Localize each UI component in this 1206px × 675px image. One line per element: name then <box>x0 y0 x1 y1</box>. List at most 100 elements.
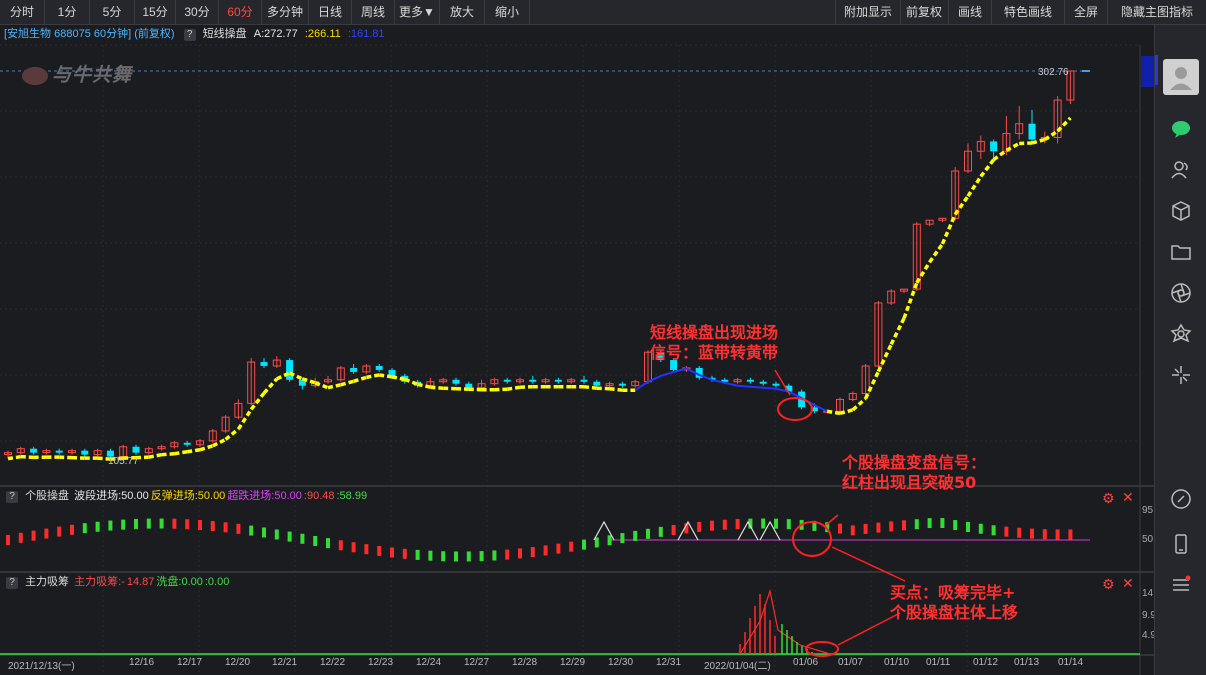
oscillator-bar <box>569 541 574 552</box>
annotation-line: 买点：吸筹完毕+ <box>890 583 1016 602</box>
panel2-axis-95: 95 <box>1142 505 1154 516</box>
tab-daily[interactable]: 日线 <box>309 0 352 24</box>
oscillator-bar <box>262 527 266 538</box>
watermark-text: 与牛共舞 <box>52 65 133 86</box>
oscillator-bar <box>889 521 894 532</box>
oscillator-bar <box>172 518 177 529</box>
oscillator-bar <box>44 528 49 539</box>
date-label: 01/07 <box>838 657 864 668</box>
panel3-settings-icon[interactable]: ⚙ <box>1102 576 1115 593</box>
oscillator-bar <box>198 519 202 530</box>
date-label: 12/16 <box>129 657 155 668</box>
chat-icon[interactable] <box>1169 117 1193 141</box>
oscillator-bar <box>223 522 228 533</box>
chart-area[interactable]: [安旭生物 688075 60分钟] (前复权) ? 短线操盘 A:272.77… <box>0 25 1161 675</box>
zoom-in-button[interactable]: 放大 <box>440 0 485 24</box>
oscillator-bar <box>518 548 522 559</box>
oscillator-bar <box>492 550 497 561</box>
tab-60min[interactable]: 60分 <box>219 0 262 24</box>
oscillator-bar <box>274 529 279 540</box>
price-scale-marker <box>1141 56 1154 87</box>
annotation-line: 个股操盘变盘信号： <box>842 453 987 472</box>
phone-icon[interactable] <box>1169 532 1193 556</box>
gear-flower-icon[interactable] <box>1169 322 1193 346</box>
special-draw-button[interactable]: 特色画线 <box>992 0 1065 24</box>
candle-body <box>375 365 383 370</box>
help-icon[interactable]: ? <box>183 29 196 41</box>
oscillator-bar <box>146 518 151 529</box>
oscillator-bar <box>735 519 740 530</box>
avatar-icon[interactable] <box>1163 59 1199 95</box>
panel2-value: :58.99 <box>336 490 368 502</box>
date-label: 01/13 <box>1014 657 1040 668</box>
users-icon[interactable] <box>1169 158 1193 182</box>
panel2-settings-icon[interactable]: ⚙ <box>1102 490 1115 507</box>
oscillator-bar <box>863 523 868 534</box>
oscillator-bar <box>991 525 996 536</box>
date-label: 01/10 <box>884 657 910 668</box>
date-label: 2021/12/13(一) <box>8 661 75 672</box>
sparkle-icon[interactable] <box>1169 363 1193 387</box>
extra-display-button[interactable]: 附加显示 <box>835 0 901 24</box>
high-price-label: 302.76 <box>1038 67 1069 78</box>
candle-body <box>286 360 294 380</box>
panel2-name: 个股操盘 <box>25 490 70 502</box>
date-label: 12/17 <box>177 657 203 668</box>
tab-intraday[interactable]: 分时 <box>0 0 45 24</box>
help-icon[interactable]: ? <box>6 577 18 589</box>
tab-weekly[interactable]: 周线 <box>352 0 395 24</box>
candle-body <box>990 141 998 152</box>
panel3-close-icon[interactable]: ✕ <box>1122 575 1134 592</box>
trade-band-segment <box>750 385 764 389</box>
value-a: A:272.77 <box>253 28 298 40</box>
value-yellow: :266.11 <box>304 28 341 40</box>
oscillator-bar <box>607 535 612 546</box>
oscillator-bar <box>1042 529 1047 540</box>
oscillator-bar <box>1055 529 1060 540</box>
candle-body <box>1028 123 1036 140</box>
oscillator-bar <box>249 525 254 536</box>
oscillator-bar <box>441 551 446 562</box>
oscillator-bar <box>633 530 638 541</box>
hide-indicator-button[interactable]: 隐藏主图指标 <box>1108 0 1206 24</box>
tab-15min[interactable]: 15分 <box>135 0 176 24</box>
date-label: 12/31 <box>656 657 682 668</box>
panel2-close-icon[interactable]: ✕ <box>1122 489 1134 506</box>
cube-icon[interactable] <box>1169 199 1193 223</box>
help-icon[interactable]: ? <box>6 491 18 503</box>
annotation-line: 信号：蓝带转黄带 <box>650 343 779 362</box>
oscillator-bar <box>774 518 778 529</box>
oscillator-bar <box>134 518 138 529</box>
forward-adjust-button[interactable]: 前复权 <box>900 0 949 24</box>
candle-body <box>759 381 767 384</box>
panel3-header: ? 主力吸筹 主力吸筹:- 14.87 洗盘:0.00:0.00 <box>0 574 229 590</box>
zoom-out-button[interactable]: 缩小 <box>485 0 530 24</box>
tab-multi-min[interactable]: 多分钟 <box>262 0 309 24</box>
oscillator-bar <box>377 545 382 556</box>
candle-body <box>503 379 511 382</box>
link-icon[interactable] <box>1169 487 1193 511</box>
oscillator-bar <box>838 523 842 534</box>
menu-icon[interactable] <box>1169 573 1193 597</box>
fullscreen-button[interactable]: 全屏 <box>1065 0 1108 24</box>
candle-body <box>81 450 89 455</box>
date-label: 01/14 <box>1058 657 1084 668</box>
tab-1min[interactable]: 1分 <box>45 0 90 24</box>
more-dropdown[interactable]: 更多▼ <box>395 0 440 24</box>
tab-5min[interactable]: 5分 <box>90 0 135 24</box>
oscillator-bar <box>646 528 650 539</box>
oscillator-bar <box>479 551 484 562</box>
oscillator-bar <box>902 520 906 531</box>
panel3-value: 14.87 <box>126 576 155 588</box>
oscillator-bar <box>236 523 241 534</box>
right-sidebar <box>1154 25 1206 675</box>
draw-line-button[interactable]: 画线 <box>949 0 992 24</box>
oscillator-bar <box>850 525 855 536</box>
oscillator-bar <box>594 537 599 548</box>
tab-30min[interactable]: 30分 <box>176 0 219 24</box>
candle-body <box>529 379 537 382</box>
folder-icon[interactable] <box>1169 240 1193 264</box>
oscillator-bar <box>402 548 407 559</box>
candle-body <box>580 379 588 382</box>
aperture-icon[interactable] <box>1169 281 1193 305</box>
